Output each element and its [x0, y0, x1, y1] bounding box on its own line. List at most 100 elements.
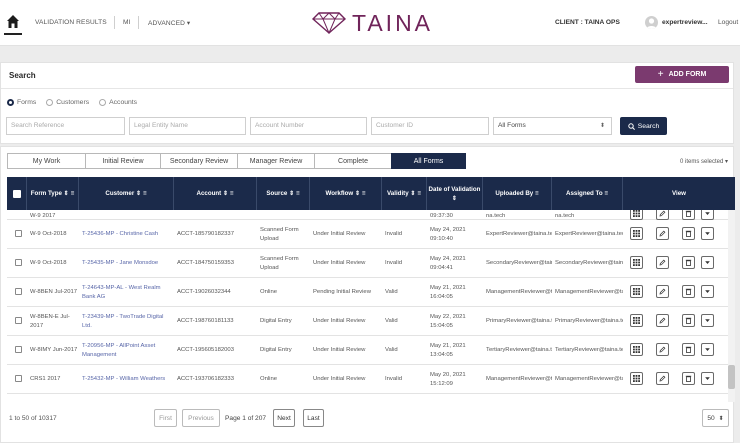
edit-button[interactable]: [656, 285, 669, 298]
first-page-button[interactable]: First: [154, 409, 177, 427]
header-customer[interactable]: Customer ⇕ ≡: [79, 177, 174, 210]
row-menu-button[interactable]: [701, 285, 714, 298]
menu-icon[interactable]: ≡: [230, 189, 234, 198]
header-validity[interactable]: Validity ⇕ ≡: [382, 177, 427, 210]
row-menu-button[interactable]: [701, 372, 714, 385]
avatar[interactable]: [645, 16, 658, 29]
header-workflow[interactable]: Workflow ⇕ ≡: [310, 177, 382, 210]
table-row[interactable]: CRS1 2017 T-25432-MP - William Weathers AC…: [7, 365, 735, 394]
header-account[interactable]: Account ⇕ ≡: [174, 177, 257, 210]
delete-button[interactable]: [682, 227, 695, 240]
tab-manager-review[interactable]: Manager Review: [237, 153, 314, 169]
page-size-select[interactable]: 50 ⬍: [702, 409, 729, 427]
header-source[interactable]: Source ⇕ ≡: [257, 177, 310, 210]
nav-mi[interactable]: MI: [123, 19, 131, 26]
cell-validity: Invalid: [385, 260, 403, 267]
user-name[interactable]: expertreview...: [662, 19, 708, 26]
tab-secondary-review[interactable]: Secondary Review: [160, 153, 237, 169]
menu-icon[interactable]: ≡: [417, 189, 421, 198]
row-checkbox[interactable]: [15, 375, 22, 382]
table-row[interactable]: W-8BEN-E Jul-2017 T-23439-MP - TwoTrade D…: [7, 307, 735, 336]
menu-icon[interactable]: ≡: [604, 189, 608, 198]
sort-icon[interactable]: ⇕: [452, 194, 457, 203]
scrollbar-thumb[interactable]: [728, 365, 735, 389]
header-assigned-to[interactable]: Assigned To ≡: [552, 177, 623, 210]
home-icon[interactable]: [6, 14, 20, 30]
menu-icon[interactable]: ≡: [71, 189, 75, 198]
sort-icon[interactable]: ⇕: [355, 189, 360, 198]
delete-button[interactable]: [682, 256, 695, 269]
nav-validation-results[interactable]: VALIDATION RESULTS: [35, 19, 107, 26]
row-checkbox[interactable]: [15, 259, 22, 266]
menu-icon[interactable]: ≡: [143, 189, 147, 198]
radio-accounts[interactable]: Accounts: [99, 99, 137, 106]
legal-entity-input[interactable]: Legal Entity Name: [129, 117, 246, 135]
cell-customer[interactable]: T-25435-MP - Jane Monsdoe: [79, 249, 174, 278]
row-checkbox[interactable]: [15, 288, 22, 295]
sort-icon[interactable]: ⇕: [136, 189, 141, 198]
edit-button[interactable]: [656, 227, 669, 240]
row-menu-button[interactable]: [701, 227, 714, 240]
last-page-button[interactable]: Last: [303, 409, 324, 427]
header-form-type[interactable]: Form Type ⇕ ≡: [27, 177, 79, 210]
header-date-of-validation[interactable]: Date of Validation ⇕: [427, 177, 483, 210]
edit-button[interactable]: [656, 372, 669, 385]
header-select-all[interactable]: [7, 177, 27, 210]
table-row[interactable]: W-9 Oct-2018 T-25436-MP - Christine Cash A…: [7, 220, 735, 249]
cell-customer[interactable]: T-24643-MP-AL - West Realm Bank AG: [79, 278, 174, 307]
next-page-button[interactable]: Next: [273, 409, 295, 427]
tab-initial-review[interactable]: Initial Review: [85, 153, 160, 169]
sort-icon[interactable]: ⇕: [223, 189, 228, 198]
radio-customers[interactable]: Customers: [46, 99, 89, 106]
tab-complete[interactable]: Complete: [314, 153, 391, 169]
table-row[interactable]: W-9 Oct-2018 T-25435-MP - Jane Monsdoe ACC…: [7, 249, 735, 278]
delete-button[interactable]: [682, 314, 695, 327]
table-scrollbar[interactable]: [728, 210, 735, 402]
cell-customer[interactable]: T-25432-MP - William Weathers: [79, 365, 174, 394]
account-number-input[interactable]: Account Number: [250, 117, 367, 135]
add-form-button[interactable]: + ADD FORM: [635, 66, 729, 83]
cell-customer[interactable]: T-25436-MP - Christine Cash: [79, 220, 174, 249]
cell-customer[interactable]: T-23439-MP - TwoTrade Digital Ltd.: [79, 307, 174, 336]
sort-icon[interactable]: ⇕: [289, 189, 294, 198]
cell-customer[interactable]: T-20956-MP - AllPoint Asset Management: [79, 336, 174, 365]
table-row[interactable]: W-8BEN Jul-2017 T-24643-MP-AL - West Real…: [7, 278, 735, 307]
row-checkbox[interactable]: [15, 230, 22, 237]
edit-button[interactable]: [656, 343, 669, 356]
edit-button[interactable]: [656, 256, 669, 269]
menu-icon[interactable]: ≡: [296, 189, 300, 198]
grid-view-button[interactable]: [630, 227, 643, 240]
row-menu-button[interactable]: [701, 343, 714, 356]
search-reference-input[interactable]: Search Reference: [6, 117, 125, 135]
radio-forms[interactable]: Forms: [7, 99, 36, 106]
sort-icon[interactable]: ⇕: [64, 189, 69, 198]
items-selected-dropdown[interactable]: 0 items selected ▾: [680, 158, 728, 165]
grid-view-button[interactable]: [630, 285, 643, 298]
menu-icon[interactable]: ≡: [535, 189, 539, 198]
delete-button[interactable]: [682, 343, 695, 356]
sort-icon[interactable]: ⇕: [410, 189, 415, 198]
tab-my-work[interactable]: My Work: [7, 153, 85, 169]
table-row[interactable]: W-8IMY Jun-2017 T-20956-MP - AllPoint Ass…: [7, 336, 735, 365]
form-type-select[interactable]: All Forms ⬍: [493, 117, 612, 135]
customer-id-input[interactable]: Customer ID: [371, 117, 489, 135]
menu-icon[interactable]: ≡: [362, 189, 366, 198]
grid-view-button[interactable]: [630, 372, 643, 385]
search-button[interactable]: Search: [620, 117, 667, 135]
previous-page-button[interactable]: Previous: [182, 409, 220, 427]
edit-button[interactable]: [656, 314, 669, 327]
grid-view-button[interactable]: [630, 343, 643, 356]
header-uploaded-by[interactable]: Uploaded By ≡: [483, 177, 552, 210]
row-checkbox[interactable]: [15, 317, 22, 324]
row-checkbox[interactable]: [15, 346, 22, 353]
row-menu-button[interactable]: [701, 314, 714, 327]
row-menu-button[interactable]: [701, 256, 714, 269]
logout-link[interactable]: Logout: [718, 19, 738, 26]
tab-all-forms[interactable]: All Forms: [391, 153, 466, 169]
delete-button[interactable]: [682, 372, 695, 385]
nav-advanced[interactable]: ADVANCED ▾: [148, 19, 190, 27]
grid-view-button[interactable]: [630, 314, 643, 327]
grid-view-button[interactable]: [630, 256, 643, 269]
edit-icon: [659, 230, 666, 237]
delete-button[interactable]: [682, 285, 695, 298]
